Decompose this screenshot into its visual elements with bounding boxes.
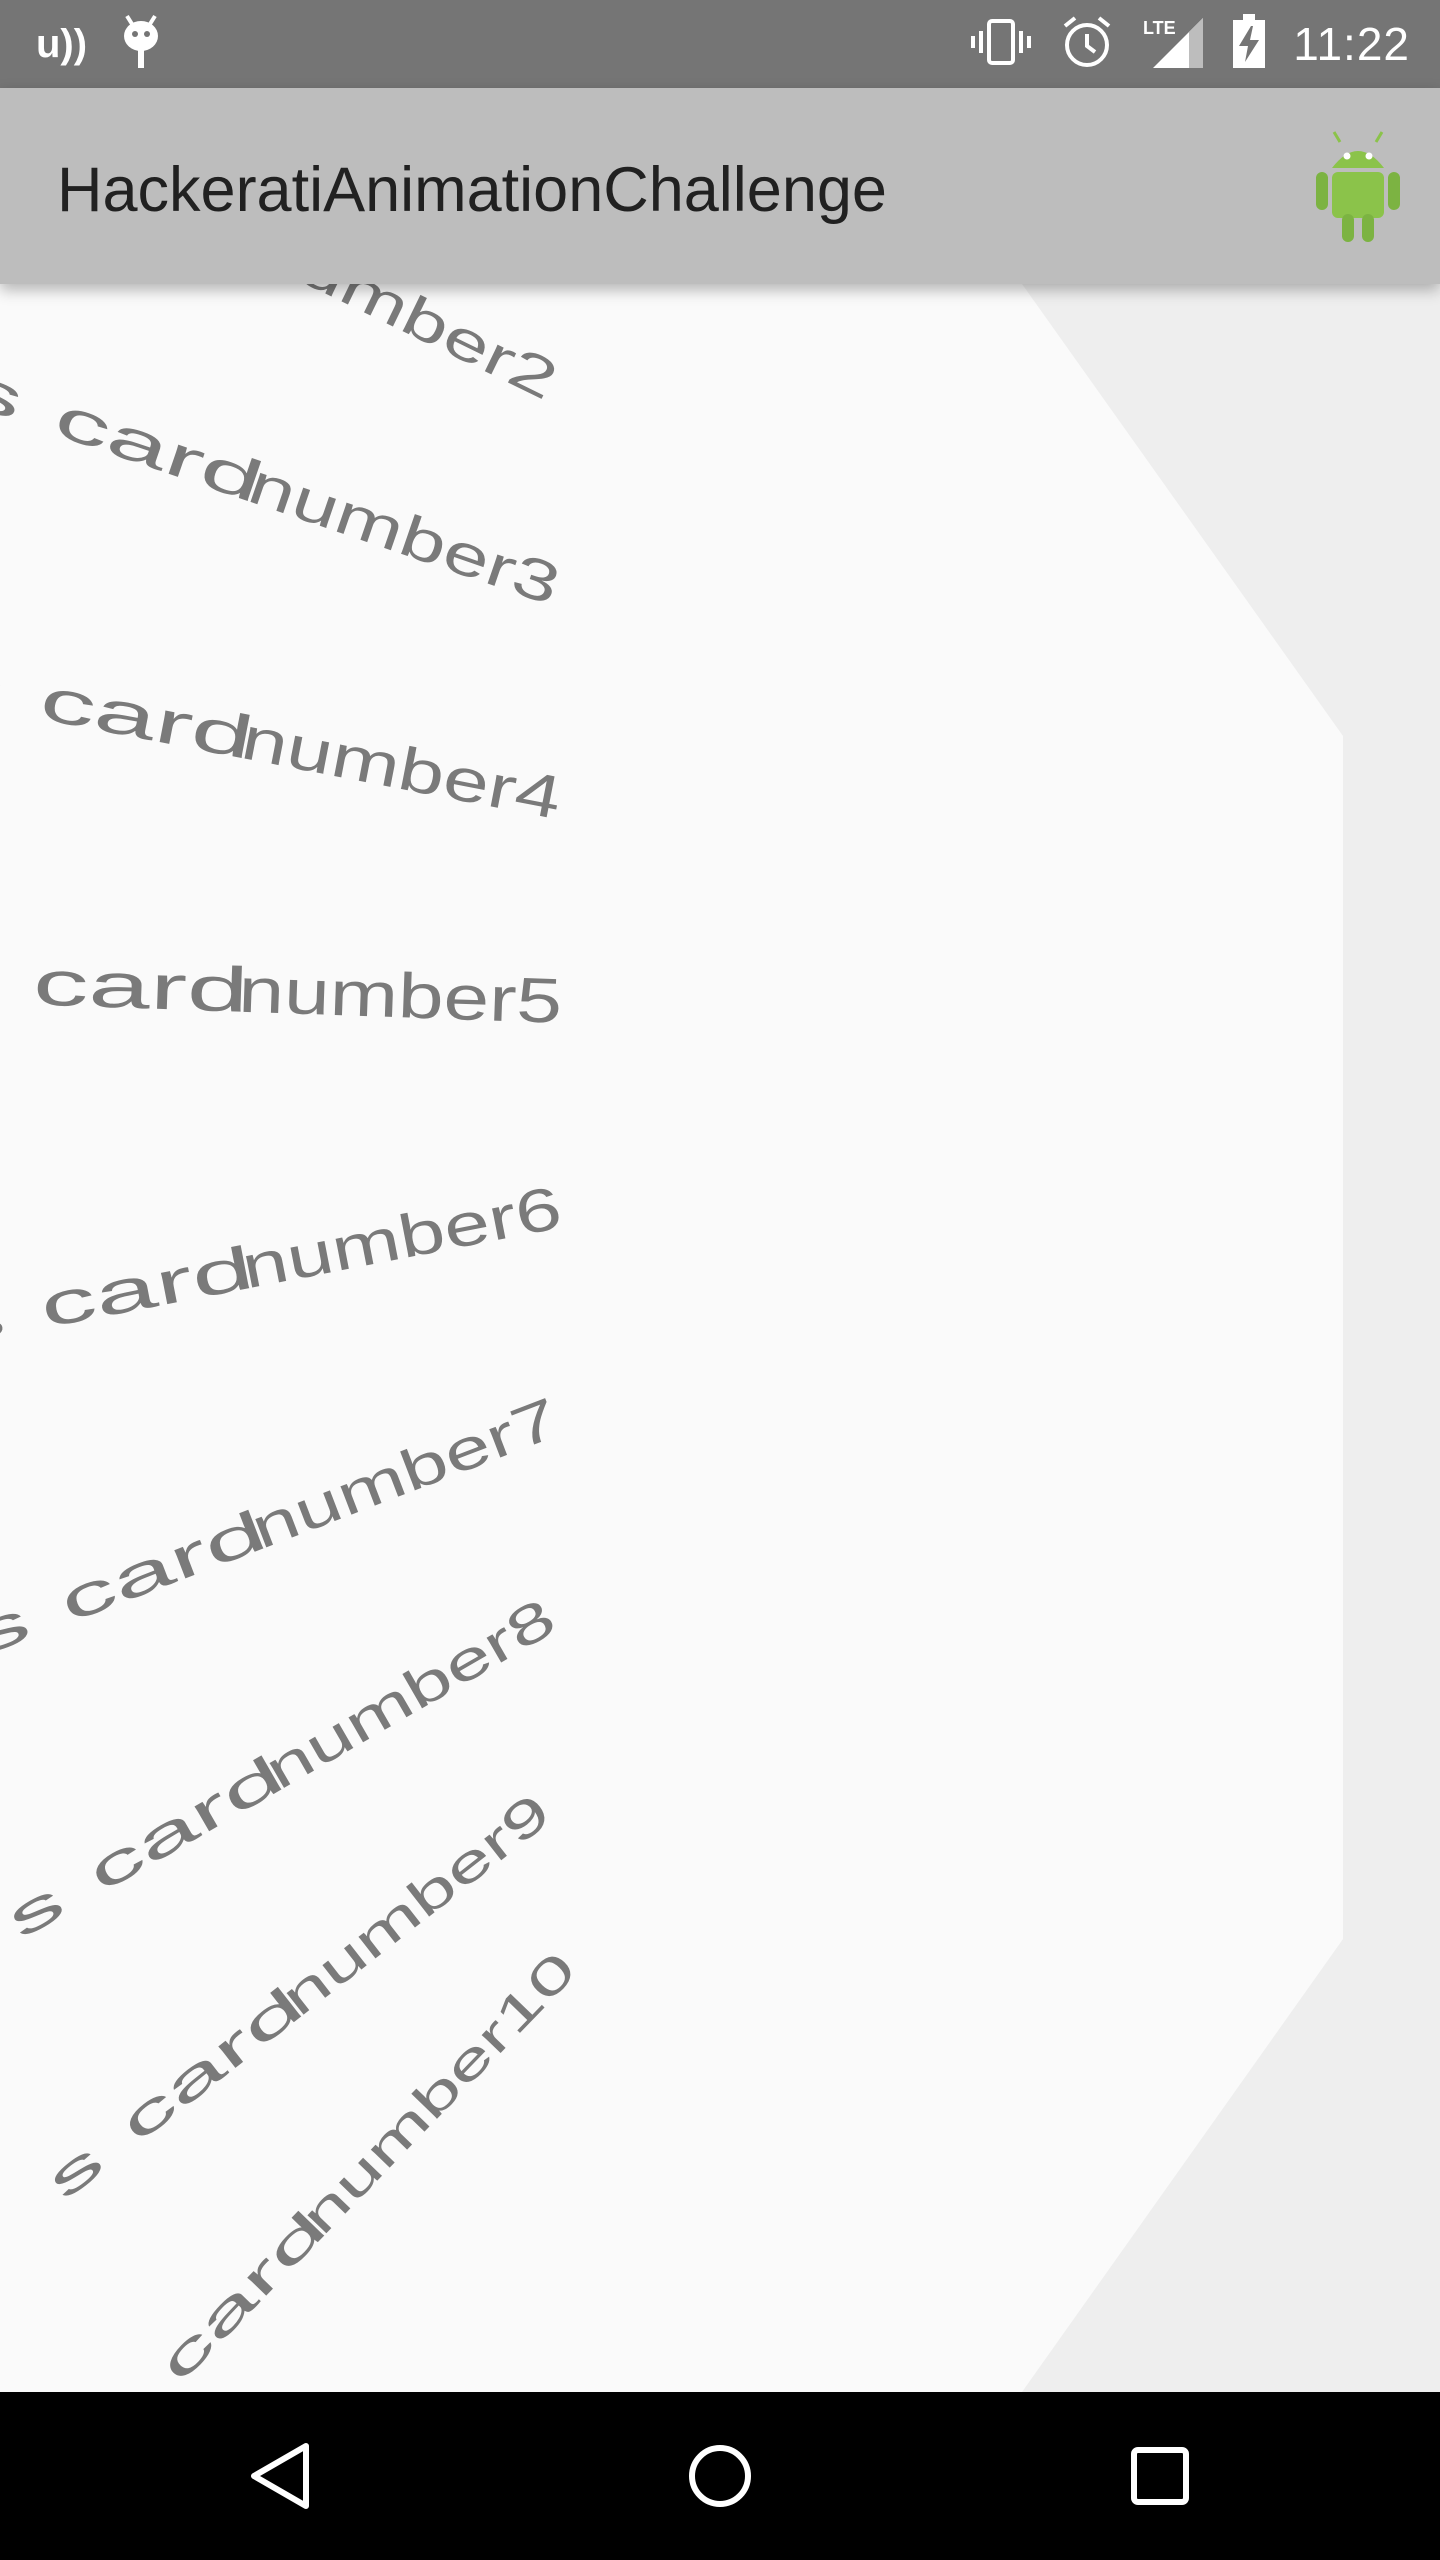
status-bar: u)) LTE 11:22 xyxy=(0,0,1440,88)
card-partial-word: s xyxy=(0,647,11,725)
back-triangle-icon[interactable] xyxy=(236,2432,324,2520)
alarm-icon xyxy=(1059,14,1115,74)
card-number-label: 5 xyxy=(515,964,564,1037)
vibrate-icon xyxy=(969,17,1033,71)
recents-square-icon[interactable] xyxy=(1116,2432,1204,2520)
app-bar: HackeratiAnimationChallenge xyxy=(0,88,1440,284)
page-title: HackeratiAnimationChallenge xyxy=(57,155,887,225)
card-carousel[interactable]: scardnumber 1scardnumber 2scardnumber 3s… xyxy=(0,284,1440,2392)
card-word: card xyxy=(32,948,250,1026)
clock-time: 11:22 xyxy=(1293,18,1410,70)
navigation-bar xyxy=(0,2392,1440,2560)
android-debug-icon xyxy=(119,14,163,74)
battery-charging-icon xyxy=(1231,14,1267,74)
card-number-word: number xyxy=(237,955,518,1036)
network-type-label: LTE xyxy=(1143,18,1176,38)
lte-signal-icon: LTE xyxy=(1141,14,1205,74)
android-robot-icon[interactable] xyxy=(1310,128,1406,246)
home-circle-icon[interactable] xyxy=(676,2432,764,2520)
wifi-calling-icon: u)) xyxy=(36,21,88,66)
card-partial-word: s xyxy=(0,1282,11,1359)
